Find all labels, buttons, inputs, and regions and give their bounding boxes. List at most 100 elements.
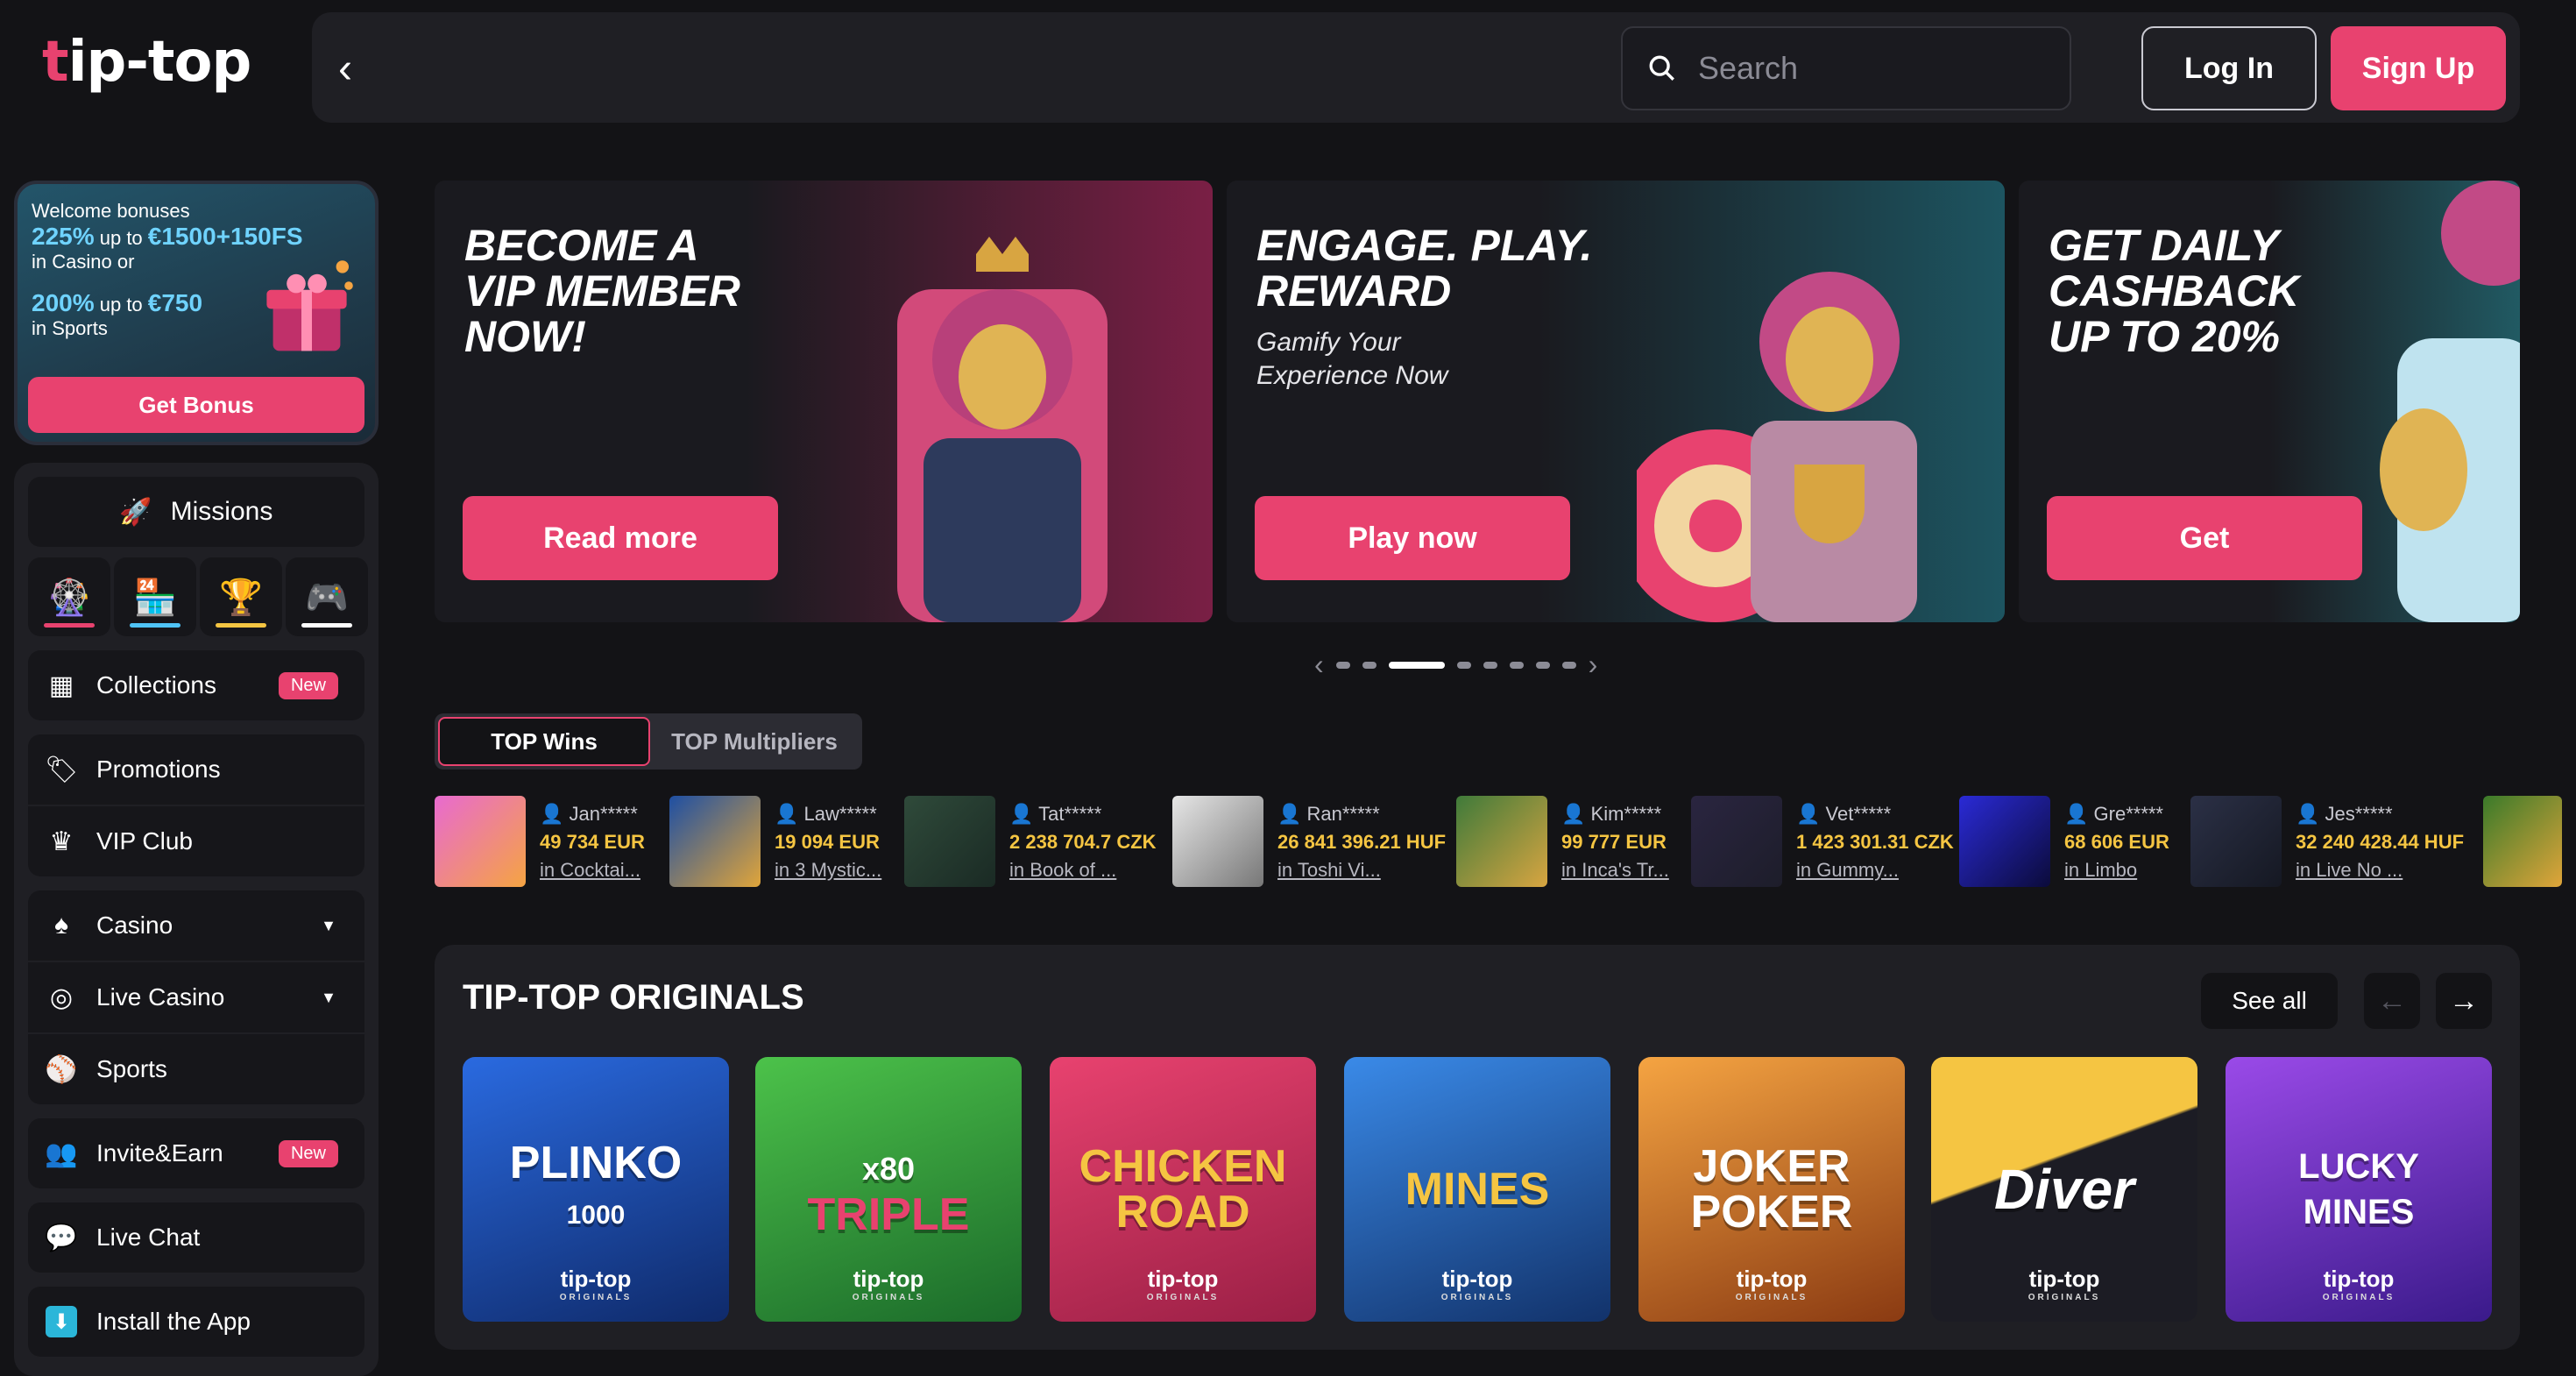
mission-gamepad-tile[interactable]: 🎮 <box>286 557 368 636</box>
card-title: JOKER POKER <box>1690 1141 1853 1238</box>
win-user: 👤 Vet***** <box>1796 803 1892 825</box>
store-icon: 🏪 <box>133 578 177 617</box>
missions-button[interactable]: 🚀 Missions <box>28 477 364 547</box>
sidebar-item-promotions[interactable]: 🏷 Promotions <box>28 734 364 805</box>
card-title: LUCKY MINES <box>2298 1147 2419 1231</box>
carousel-dot-active[interactable] <box>1388 661 1445 669</box>
game-card-triple[interactable]: x80 TRIPLE tip-top ORIGINALS <box>755 1057 1022 1322</box>
win-item[interactable] <box>2483 796 2562 889</box>
win-game[interactable]: in Limbo <box>2064 859 2169 882</box>
banner-cashback[interactable]: GET DAILY CASHBACK UP TO 20% Get <box>2019 181 2520 622</box>
top-wins-list: 👤 Jan***** 49 734 EUR in Cocktai... 👤 Law*… <box>435 796 2576 889</box>
collections-icon: ▦ <box>48 670 74 700</box>
card-title: x80 TRIPLE <box>807 1150 970 1240</box>
win-amount: 99 777 EUR <box>1561 831 1667 853</box>
carousel-dot[interactable] <box>1456 661 1471 669</box>
chevron-left-icon[interactable]: ‹ <box>1314 649 1324 681</box>
win-game[interactable]: in Toshi Vi... <box>1277 859 1446 882</box>
carousel-dot[interactable] <box>1561 661 1576 669</box>
banner-vip[interactable]: BECOME A VIP MEMBER NOW! Read more <box>435 181 1213 622</box>
sidebar-item-label: Install the App <box>96 1308 251 1335</box>
win-game[interactable]: in Book of ... <box>1009 859 1157 882</box>
sidebar-item-install-app[interactable]: ⬇ Install the App <box>28 1287 364 1357</box>
sidebar-item-invite-earn[interactable]: 👥 Invite&Earn New <box>28 1118 364 1188</box>
mission-trophy-tile[interactable]: 🏆 <box>200 557 282 636</box>
win-item[interactable]: 👤 Jes***** 32 240 428.44 HUF in Live No ..… <box>2190 796 2483 889</box>
signup-button[interactable]: Sign Up <box>2331 26 2506 110</box>
game-card-plinko[interactable]: PLINKO 1000 tip-top ORIGINALS <box>463 1057 729 1322</box>
win-user: 👤 Kim***** <box>1561 803 1662 825</box>
carousel-dot[interactable] <box>1535 661 1550 669</box>
tab-top-multipliers[interactable]: TOP Multipliers <box>650 717 859 766</box>
sidebar-item-live-chat[interactable]: 💬 Live Chat <box>28 1202 364 1273</box>
win-item[interactable]: 👤 Jan***** 49 734 EUR in Cocktai... <box>435 796 669 889</box>
win-user: 👤 Jes***** <box>2296 803 2393 825</box>
sidebar-item-casino[interactable]: ♠ Casino ▼ <box>28 890 364 961</box>
game-card-diver[interactable]: Diver tip-top ORIGINALS <box>1931 1057 2197 1322</box>
win-item[interactable]: 👤 Ran***** 26 841 396.21 HUF in Toshi Vi..… <box>1172 796 1456 889</box>
game-thumbnail <box>1691 796 1782 887</box>
win-amount: 1 423 301.31 CZK <box>1796 831 1954 853</box>
gift-box-icon <box>266 260 353 351</box>
win-game[interactable]: in Gummy... <box>1796 859 1954 882</box>
gamepad-icon: 🎮 <box>305 578 349 617</box>
get-bonus-button[interactable]: Get Bonus <box>28 377 364 433</box>
play-now-button[interactable]: Play now <box>1255 496 1570 580</box>
mission-wheel-tile[interactable]: 🎡 <box>28 557 110 636</box>
win-game[interactable]: in Cocktai... <box>540 859 645 882</box>
lion-beach-illustration <box>2380 181 2520 622</box>
win-amount: 68 606 EUR <box>2064 831 2169 853</box>
get-button[interactable]: Get <box>2047 496 2362 580</box>
search-icon <box>1649 55 1674 81</box>
win-item[interactable]: 👤 Gre***** 68 606 EUR in Limbo <box>1959 796 2190 889</box>
win-item[interactable]: 👤 Vet***** 1 423 301.31 CZK in Gummy... <box>1691 796 1959 889</box>
card-brand: tip-top ORIGINALS <box>1440 1266 1514 1302</box>
search-input[interactable]: Search <box>1621 26 2071 110</box>
win-game[interactable]: in 3 Mystic... <box>775 859 881 882</box>
new-badge: New <box>278 1139 338 1167</box>
arrow-right-icon[interactable]: → <box>2436 973 2492 1029</box>
download-icon: ⬇ <box>46 1306 77 1337</box>
game-card-chicken-road[interactable]: CHICKEN ROAD tip-top ORIGINALS <box>1050 1057 1316 1322</box>
game-card-joker-poker[interactable]: JOKER POKER tip-top ORIGINALS <box>1638 1057 1905 1322</box>
read-more-button[interactable]: Read more <box>463 496 778 580</box>
win-game[interactable]: in Live No ... <box>2296 859 2464 882</box>
mission-store-tile[interactable]: 🏪 <box>114 557 196 636</box>
back-arrow-icon[interactable]: ‹ <box>324 42 366 95</box>
sidebar-item-label: Casino <box>96 911 173 939</box>
game-thumbnail <box>2190 796 2282 887</box>
win-amount: 32 240 428.44 HUF <box>2296 831 2465 853</box>
win-game[interactable]: in Inca's Tr... <box>1561 859 1669 882</box>
game-card-mines[interactable]: MINES tip-top ORIGINALS <box>1344 1057 1610 1322</box>
card-brand: tip-top ORIGINALS <box>2322 1266 2396 1302</box>
carousel-dot[interactable] <box>1362 661 1376 669</box>
see-all-button[interactable]: See all <box>2201 973 2338 1029</box>
carousel-dot[interactable] <box>1483 661 1497 669</box>
game-thumbnail <box>669 796 761 887</box>
banner-gamify[interactable]: ENGAGE. PLAY. REWARD Gamify Your Experienc… <box>1227 181 2005 622</box>
sidebar-item-collections[interactable]: ▦ Collections New <box>28 650 364 720</box>
win-item[interactable]: 👤 Kim***** 99 777 EUR in Inca's Tr... <box>1456 796 1691 889</box>
arrow-left-icon[interactable]: ← <box>2364 973 2420 1029</box>
game-thumbnail <box>2483 796 2562 887</box>
win-item[interactable]: 👤 Tat***** 2 238 704.7 CZK in Book of ... <box>904 796 1172 889</box>
casino-bonus: 225% up to €1500+150FS <box>32 223 303 250</box>
sidebar-item-live-casino[interactable]: ◎ Live Casino ▼ <box>28 962 364 1032</box>
tag-icon: 🏷 <box>44 755 79 784</box>
lion-king-illustration <box>897 237 1108 622</box>
sidebar-item-vip-club[interactable]: ♛ VIP Club <box>28 806 364 876</box>
carousel-dot[interactable] <box>1335 661 1350 669</box>
sidebar-item-sports[interactable]: ⚾ Sports <box>28 1034 364 1104</box>
tab-top-wins[interactable]: TOP Wins <box>438 717 650 766</box>
login-button[interactable]: Log In <box>2141 26 2317 110</box>
wheel-icon: 🎡 <box>47 578 91 617</box>
game-card-lucky-mines[interactable]: LUCKY MINES tip-top ORIGINALS <box>2226 1057 2492 1322</box>
win-item[interactable]: 👤 Law***** 19 094 EUR in 3 Mystic... <box>669 796 904 889</box>
basketball-icon: ⚾ <box>45 1054 78 1084</box>
card-brand: tip-top ORIGINALS <box>1735 1266 1808 1302</box>
users-icon: 👥 <box>45 1138 78 1168</box>
carousel-dot[interactable] <box>1509 661 1524 669</box>
win-amount: 26 841 396.21 HUF <box>1277 831 1447 853</box>
brand-logo[interactable]: tip-top <box>42 30 251 95</box>
chevron-right-icon[interactable]: › <box>1589 649 1598 681</box>
